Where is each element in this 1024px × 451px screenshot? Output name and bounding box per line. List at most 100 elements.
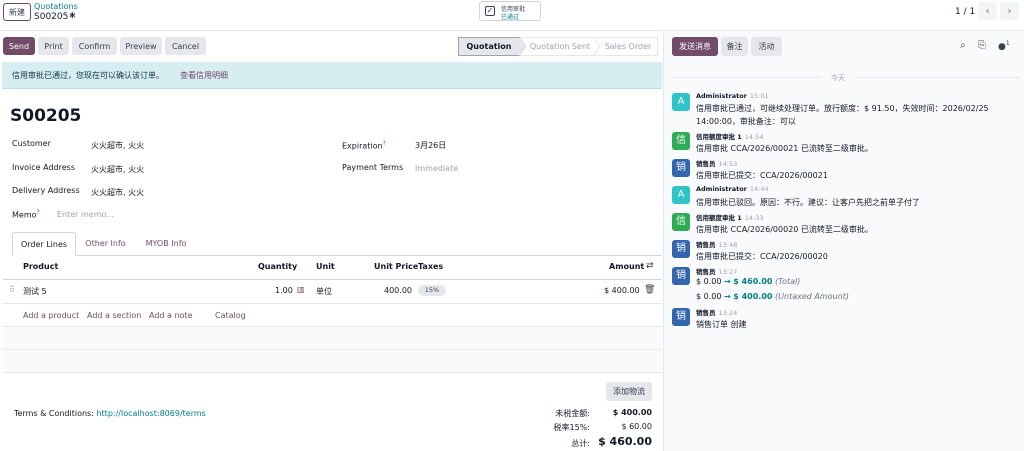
message-body: 信用审批已提交：CCA/2026/00020 bbox=[696, 252, 828, 261]
print-button[interactable]: Print bbox=[38, 37, 69, 55]
cancel-button[interactable]: Cancel bbox=[165, 37, 206, 55]
avatar[interactable]: 销 bbox=[672, 159, 690, 177]
optional-columns-icon[interactable]: ⇄ bbox=[646, 261, 654, 271]
author-name[interactable]: 信用额度审批 1 bbox=[696, 133, 742, 141]
add-note-link[interactable]: Add a note bbox=[149, 311, 193, 320]
author-name[interactable]: 销售员 bbox=[696, 241, 716, 249]
terms-link[interactable]: http://localhost:8069/terms bbox=[96, 409, 205, 418]
expiration-label: Expiration? bbox=[342, 140, 386, 151]
credit-approval-status: 已通过 bbox=[501, 14, 520, 21]
author-name[interactable]: 销售员 bbox=[696, 160, 716, 168]
message-time: 14:33 bbox=[744, 214, 764, 222]
message-author: 信用额度审批 1 14:54 bbox=[696, 131, 764, 141]
pager-previous-button[interactable]: ‹ bbox=[978, 2, 997, 20]
row-quantity[interactable]: 1.00 bbox=[275, 286, 293, 295]
author-name[interactable]: Administrator bbox=[696, 185, 747, 193]
catalog-link[interactable]: Catalog bbox=[215, 311, 246, 320]
view-credit-details-link[interactable]: 查看信用明细 bbox=[180, 70, 228, 81]
payment-terms-label: Payment Terms bbox=[342, 163, 404, 172]
help-icon[interactable]: ? bbox=[37, 209, 40, 216]
row-tax-badge[interactable]: 15% bbox=[418, 285, 446, 296]
breadcrumb-current: S00205 bbox=[34, 12, 69, 22]
status-bar: Quotation Quotation Sent Sales Order bbox=[458, 37, 658, 56]
tracking-field-name: (Total) bbox=[775, 277, 801, 286]
add-product-link[interactable]: Add a product bbox=[23, 311, 79, 320]
message-author: Administrator 15:01 bbox=[696, 92, 769, 100]
paperclip-icon[interactable]: ⎘ bbox=[978, 40, 986, 51]
send-button[interactable]: Send bbox=[3, 37, 35, 55]
new-button[interactable]: 新建 bbox=[3, 3, 31, 21]
drag-handle-icon[interactable]: ⠿ bbox=[9, 285, 15, 294]
avatar[interactable]: A bbox=[672, 93, 690, 111]
column-unit[interactable]: Unit bbox=[316, 262, 335, 271]
pager-next-button[interactable]: › bbox=[1000, 2, 1019, 20]
memo-input[interactable]: Enter memo... bbox=[57, 210, 114, 219]
forecast-chart-icon[interactable]: ▥ bbox=[297, 285, 305, 294]
untaxed-amount-label: 未税金额: bbox=[555, 409, 590, 418]
tab-myob-info[interactable]: MYOB Info bbox=[136, 232, 196, 256]
row-product[interactable]: 测试 5 bbox=[23, 286, 47, 297]
chevron-right-icon: › bbox=[1007, 5, 1012, 17]
customer-field[interactable]: 火火超市, 火火 bbox=[91, 140, 144, 151]
avatar[interactable]: 销 bbox=[672, 308, 690, 326]
divider bbox=[856, 77, 1020, 78]
trash-icon[interactable]: 🗑 bbox=[644, 285, 655, 295]
arrow-right-icon: → bbox=[724, 292, 731, 301]
column-unit-price[interactable]: Unit Price bbox=[374, 262, 418, 271]
avatar[interactable]: 信 bbox=[672, 132, 690, 150]
stage-quotation-sent[interactable]: Quotation Sent bbox=[524, 37, 596, 56]
tracking-new-value: $ 400.00 bbox=[733, 292, 773, 301]
message-author: Administrator 14:44 bbox=[696, 185, 769, 193]
avatar[interactable]: A bbox=[672, 186, 690, 204]
pager-value[interactable]: 1 / 1 bbox=[955, 7, 975, 17]
tab-order-lines[interactable]: Order Lines bbox=[12, 232, 76, 256]
preview-button[interactable]: Preview bbox=[120, 37, 162, 55]
search-icon[interactable]: ⌕ bbox=[960, 40, 966, 51]
message-body: 信用审批 CCA/2026/00021 已流转至二级审批。 bbox=[696, 144, 873, 153]
message-body: 信用审批已通过，可继续处理订单。放行额度：$ 91.50，失效时间：2026/0… bbox=[696, 104, 989, 113]
credit-approval-smart-button[interactable]: ✓ 信用审批 已通过 bbox=[479, 1, 541, 21]
tax-label: 税率15%: bbox=[553, 423, 590, 432]
memo-label-text: Memo bbox=[12, 210, 37, 220]
followers-icon[interactable]: ●1 bbox=[998, 40, 1010, 52]
message-author: 销售员 13:27 bbox=[696, 266, 737, 276]
tracking-old-value: $ 0.00 bbox=[696, 292, 722, 301]
column-amount[interactable]: Amount bbox=[609, 262, 644, 271]
breadcrumb-parent-link[interactable]: Quotations bbox=[34, 2, 78, 11]
tab-other-info[interactable]: Other Info bbox=[78, 232, 133, 256]
author-name[interactable]: 销售员 bbox=[696, 268, 716, 276]
message-time: 15:01 bbox=[749, 92, 769, 100]
help-icon[interactable]: ? bbox=[383, 140, 386, 147]
tracking-value-line: $ 0.00 → $ 400.00 (Untaxed Amount) bbox=[696, 292, 849, 301]
column-taxes[interactable]: Taxes bbox=[418, 262, 443, 271]
untaxed-amount-value: $ 400.00 bbox=[612, 408, 652, 417]
confirm-button[interactable]: Confirm bbox=[72, 37, 117, 55]
message-time: 14:54 bbox=[744, 133, 764, 141]
author-name[interactable]: 销售员 bbox=[696, 309, 716, 317]
stage-sales-order[interactable]: Sales Order bbox=[598, 37, 658, 56]
activity-button[interactable]: 活动 bbox=[751, 37, 782, 56]
message-time: 13:24 bbox=[718, 309, 738, 317]
gear-icon[interactable]: ✱ bbox=[69, 11, 76, 20]
avatar[interactable]: 销 bbox=[672, 240, 690, 258]
row-unit-price[interactable]: 400.00 bbox=[384, 286, 412, 295]
delivery-address-field[interactable]: 火火超市, 火火 bbox=[91, 187, 144, 198]
send-message-button[interactable]: 发送消息 bbox=[672, 37, 718, 56]
payment-terms-field[interactable]: Immediate bbox=[415, 164, 458, 173]
avatar[interactable]: 信 bbox=[672, 213, 690, 231]
notebook-tabs: Order Lines Other Info MYOB Info bbox=[12, 232, 662, 256]
log-note-button[interactable]: 备注 bbox=[721, 37, 748, 56]
row-unit[interactable]: 单位 bbox=[316, 286, 332, 297]
add-logistics-button[interactable]: 添加物流 bbox=[606, 382, 652, 401]
message-body: 信用审批 CCA/2026/00020 已流转至二级审批。 bbox=[696, 225, 873, 234]
expiration-field[interactable]: 3月26日 bbox=[415, 140, 446, 151]
avatar[interactable]: 销 bbox=[672, 267, 690, 285]
column-product[interactable]: Product bbox=[23, 262, 58, 271]
author-name[interactable]: 信用额度审批 1 bbox=[696, 214, 742, 222]
divider bbox=[672, 77, 822, 78]
stage-quotation[interactable]: Quotation bbox=[458, 37, 520, 56]
add-section-link[interactable]: Add a section bbox=[87, 311, 141, 320]
author-name[interactable]: Administrator bbox=[696, 92, 747, 100]
column-quantity[interactable]: Quantity bbox=[258, 262, 297, 271]
invoice-address-field[interactable]: 火火超市, 火火 bbox=[91, 164, 144, 175]
